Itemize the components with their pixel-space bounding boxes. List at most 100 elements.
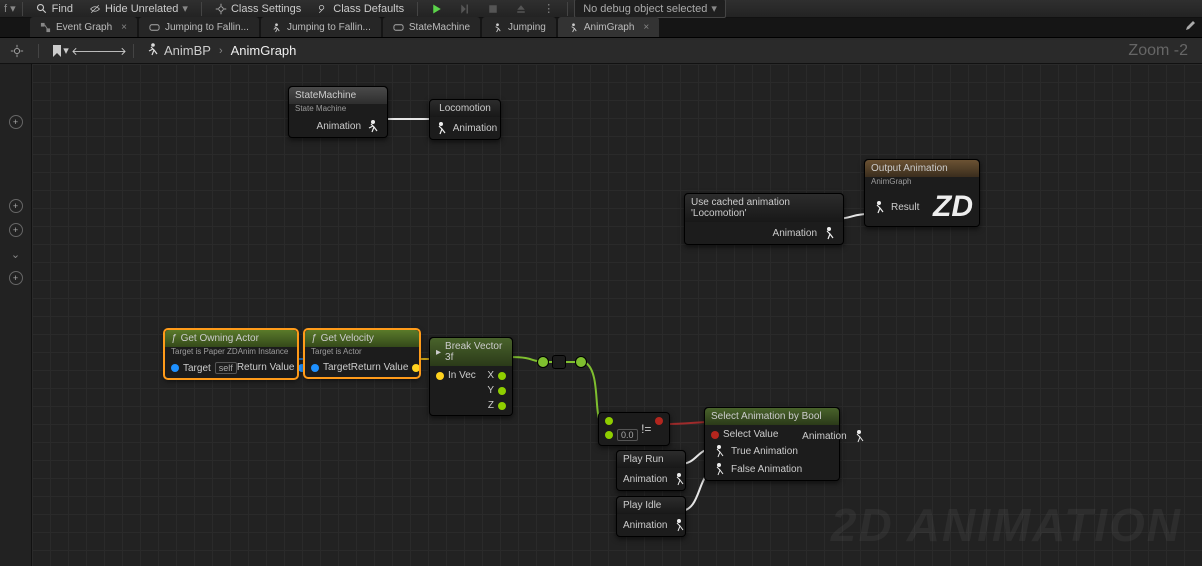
stop-button[interactable] bbox=[480, 1, 506, 17]
pin-result[interactable] bbox=[655, 417, 663, 425]
find-label: Find bbox=[52, 3, 73, 15]
close-icon[interactable]: × bbox=[643, 22, 649, 33]
play-button[interactable] bbox=[424, 1, 450, 17]
tab-event-graph[interactable]: Event Graph × bbox=[30, 17, 137, 37]
reroute-box[interactable] bbox=[552, 355, 566, 369]
tab-jumping-fallin-2[interactable]: Jumping to Fallin... bbox=[261, 17, 381, 37]
pin-b[interactable]: 0.0 bbox=[605, 429, 638, 441]
close-icon[interactable]: × bbox=[121, 22, 127, 33]
pin-select-value[interactable]: Select Value bbox=[711, 429, 802, 440]
pin-target[interactable]: Targetself bbox=[171, 362, 237, 374]
node-break-vector[interactable]: ▸Break Vector 3f In Vec X Y Z bbox=[429, 337, 513, 416]
nav-back-button[interactable]: 🡐 bbox=[77, 42, 95, 60]
pin-animation-out[interactable]: Animation bbox=[317, 119, 381, 133]
eject-button[interactable] bbox=[508, 1, 534, 17]
pin-animation-out[interactable]: Animation bbox=[623, 472, 687, 486]
pin-false-animation[interactable]: False Animation bbox=[711, 462, 802, 476]
tab-label: Jumping bbox=[508, 22, 546, 33]
pose-icon bbox=[711, 444, 727, 458]
bookmark-icon[interactable]: ▾ bbox=[51, 42, 69, 60]
rail-add-3[interactable]: + bbox=[0, 218, 31, 242]
node-get-velocity[interactable]: ƒGet Velocity Target is Actor Target Ret… bbox=[304, 329, 420, 378]
chevron-down-icon: ▾ bbox=[711, 2, 717, 15]
gear-icon bbox=[215, 3, 227, 15]
debug-object-dropdown[interactable]: No debug object selected ▾ bbox=[574, 0, 726, 18]
node-title: Play Idle bbox=[623, 500, 661, 511]
reroute-knot[interactable] bbox=[537, 356, 549, 368]
pin-return-value[interactable]: Return Value bbox=[351, 362, 421, 373]
node-title: Locomotion bbox=[439, 103, 491, 114]
document-tabs: Event Graph × Jumping to Fallin... Jumpi… bbox=[0, 18, 1202, 38]
graph-icon bbox=[40, 22, 51, 33]
gear-icon[interactable] bbox=[8, 42, 26, 60]
node-play-idle[interactable]: Play Idle Animation bbox=[616, 496, 686, 537]
rail-add-1[interactable]: + bbox=[0, 110, 31, 134]
tab-label: AnimGraph bbox=[584, 22, 635, 33]
pin-return-value[interactable]: Return Value bbox=[237, 362, 307, 373]
state-icon bbox=[393, 22, 404, 33]
node-not-equal[interactable]: 0.0 != bbox=[598, 412, 670, 446]
main-toolbar: f ▾ Find Hide Unrelated ▾ Class Settings… bbox=[0, 0, 1202, 18]
node-play-run[interactable]: Play Run Animation bbox=[616, 450, 686, 491]
reroute-knot[interactable] bbox=[575, 356, 587, 368]
pin-a[interactable] bbox=[605, 417, 638, 425]
pin-animation-out[interactable]: Animation bbox=[623, 518, 687, 532]
pin-target[interactable]: Target bbox=[311, 362, 351, 373]
pin-label: Animation bbox=[623, 474, 667, 485]
pin-result[interactable]: Result bbox=[871, 200, 919, 214]
pose-icon bbox=[711, 462, 727, 476]
tab-statemachine[interactable]: StateMachine bbox=[383, 17, 480, 37]
class-settings-button[interactable]: Class Settings bbox=[208, 1, 308, 17]
hide-unrelated-button[interactable]: Hide Unrelated ▾ bbox=[82, 1, 195, 17]
node-statemachine[interactable]: StateMachine State Machine Animation bbox=[288, 86, 388, 138]
pose-icon bbox=[851, 429, 867, 443]
pin-true-animation[interactable]: True Animation bbox=[711, 444, 802, 458]
pin-animation-in[interactable]: Animation bbox=[433, 121, 497, 135]
breadcrumb-graph-label[interactable]: AnimGraph bbox=[231, 43, 297, 58]
rail-add-4[interactable]: + bbox=[0, 266, 31, 290]
pin-y[interactable]: Y bbox=[487, 385, 506, 396]
search-icon bbox=[36, 3, 48, 15]
pin-in-vec[interactable]: In Vec bbox=[436, 370, 476, 381]
pin-animation-out[interactable]: Animation bbox=[773, 226, 837, 240]
node-use-cached-animation[interactable]: Use cached animation 'Locomotion' Animat… bbox=[684, 193, 844, 245]
breadcrumb-bar: ▾ 🡐 🡒 AnimBP › AnimGraph Zoom -2 bbox=[0, 38, 1202, 64]
tab-animgraph[interactable]: AnimGraph × bbox=[558, 17, 659, 37]
pin-value[interactable]: 0.0 bbox=[617, 429, 638, 441]
side-rail: + + + ⌄ + bbox=[0, 64, 32, 566]
run-icon bbox=[271, 22, 282, 33]
rail-collapse[interactable]: ⌄ bbox=[0, 242, 31, 266]
class-defaults-button[interactable]: Class Defaults bbox=[310, 1, 411, 17]
find-button[interactable]: Find bbox=[29, 1, 80, 17]
node-get-owning-actor[interactable]: ƒGet Owning Actor Target is Paper ZDAnim… bbox=[164, 329, 298, 379]
pencil-icon[interactable] bbox=[1184, 20, 1196, 35]
step-button[interactable] bbox=[452, 1, 478, 17]
pin-label: Return Value bbox=[351, 362, 409, 373]
graph-canvas[interactable]: StateMachine State Machine Animation Loc… bbox=[32, 64, 1202, 566]
rail-add-2[interactable]: + bbox=[0, 194, 31, 218]
node-title: Output Animation bbox=[871, 163, 948, 174]
breadcrumb-blueprint[interactable]: AnimBP bbox=[146, 42, 211, 59]
pose-icon bbox=[365, 119, 381, 133]
node-output-animation[interactable]: Output Animation AnimGraph Result ZD bbox=[864, 159, 980, 227]
node-select-animation-by-bool[interactable]: Select Animation by Bool Select Value Tr… bbox=[704, 407, 840, 481]
pose-icon bbox=[821, 226, 837, 240]
stop-icon bbox=[487, 3, 499, 15]
node-subtitle: AnimGraph bbox=[865, 177, 979, 188]
node-subtitle: Target is Paper ZDAnim Instance bbox=[165, 347, 297, 358]
nav-forward-button[interactable]: 🡒 bbox=[103, 42, 121, 60]
pin-label: Z bbox=[488, 400, 494, 411]
wrench-icon bbox=[317, 3, 329, 15]
node-title: Play Run bbox=[623, 454, 664, 465]
tab-jumping-fallin-1[interactable]: Jumping to Fallin... bbox=[139, 17, 259, 37]
node-locomotion[interactable]: Locomotion Animation bbox=[429, 99, 501, 140]
pin-label: Target bbox=[323, 362, 351, 373]
pin-x[interactable]: X bbox=[487, 370, 506, 381]
pin-z[interactable]: Z bbox=[487, 400, 506, 411]
more-button[interactable]: ⋮ bbox=[536, 1, 561, 17]
tab-jumping[interactable]: Jumping bbox=[482, 17, 556, 37]
pin-animation-out[interactable]: Animation bbox=[802, 429, 866, 443]
tab-label: Event Graph bbox=[56, 22, 112, 33]
hide-icon bbox=[89, 3, 101, 15]
debug-dd-label: No debug object selected bbox=[583, 3, 707, 15]
